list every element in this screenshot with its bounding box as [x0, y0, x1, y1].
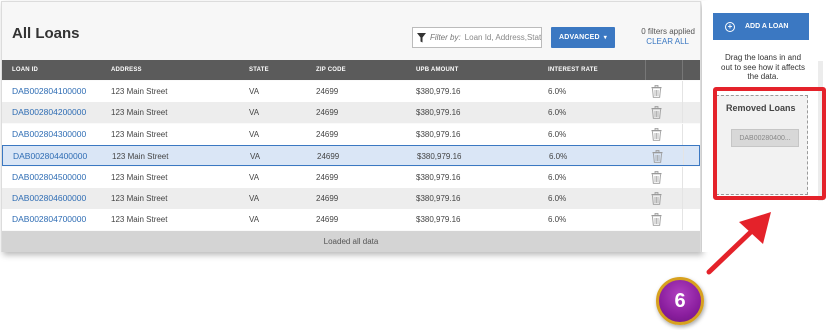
cell-state: VA	[249, 87, 260, 96]
header-divider	[682, 60, 683, 80]
trash-icon[interactable]	[651, 127, 662, 141]
panel-header: All Loans Filter by: ADVANCED ▾ 0 filter…	[2, 2, 700, 60]
table-row[interactable]: DAB002804300000 123 Main Street VA 24699 $38…	[2, 123, 700, 145]
trash-icon[interactable]	[651, 106, 662, 120]
cell-upb: $380,979.16	[416, 172, 461, 182]
table-row[interactable]: DAB002804500000 123 Main Street VA 24699 $38…	[2, 166, 700, 188]
cell-rate: 6.0%	[548, 194, 567, 203]
step-number-badge: 6	[656, 277, 704, 325]
cell-zip: 24699	[316, 215, 339, 225]
cell-upb: $380,979.16	[416, 215, 461, 225]
cell-address: 123 Main Street	[111, 129, 168, 139]
trash-icon[interactable]	[651, 170, 662, 184]
cell-loan-id[interactable]: DAB002804500000	[12, 172, 86, 182]
add-loan-button[interactable]: + ADD A LOAN	[713, 13, 809, 40]
row-divider	[682, 123, 683, 145]
cell-state: VA	[249, 215, 260, 225]
cell-state: VA	[250, 152, 261, 162]
filters-applied-count: 0 filters applied	[641, 27, 695, 36]
cell-zip: 24699	[316, 172, 339, 182]
filter-box[interactable]: Filter by:	[412, 27, 542, 48]
table-row[interactable]: DAB002804700000 123 Main Street VA 24699 $38…	[2, 209, 700, 231]
highlight-box	[713, 87, 826, 200]
cell-state: VA	[249, 194, 260, 203]
cell-loan-id[interactable]: DAB002804300000	[12, 129, 86, 139]
cell-upb: $380,979.16	[417, 152, 462, 162]
table-row[interactable]: DAB002804100000 123 Main Street VA 24699 $38…	[2, 81, 700, 102]
row-divider	[683, 146, 684, 166]
add-loan-label: ADD A LOAN	[745, 23, 789, 30]
trash-icon[interactable]	[651, 213, 662, 227]
col-header-rate[interactable]: INTEREST RATE	[548, 67, 598, 73]
cell-loan-id[interactable]: DAB002804200000	[12, 107, 86, 117]
filter-input[interactable]	[464, 33, 541, 42]
header-divider	[645, 60, 646, 80]
cell-rate: 6.0%	[549, 152, 568, 162]
cell-rate: 6.0%	[548, 87, 567, 96]
table-footer: Loaded all data	[2, 231, 700, 252]
table-row[interactable]: DAB002804200000 123 Main Street VA 24699 $38…	[2, 102, 700, 124]
trash-icon[interactable]	[652, 150, 663, 163]
clear-all-link[interactable]: CLEAR ALL	[629, 37, 689, 46]
cell-address: 123 Main Street	[111, 172, 168, 182]
filter-icon	[417, 32, 426, 42]
advanced-label: ADVANCED	[559, 34, 600, 41]
col-header-zip[interactable]: ZIP CODE	[316, 67, 346, 73]
cell-state: VA	[249, 129, 260, 139]
cell-address: 123 Main Street	[111, 87, 168, 96]
col-header-loan-id[interactable]: LOAN ID	[12, 67, 38, 73]
cell-upb: $380,979.16	[416, 108, 461, 118]
cell-address: 123 Main Street	[111, 215, 168, 225]
trash-icon[interactable]	[651, 85, 662, 98]
cell-state: VA	[249, 172, 260, 182]
trash-icon[interactable]	[651, 192, 662, 205]
cell-rate: 6.0%	[548, 108, 567, 118]
cell-zip: 24699	[316, 108, 339, 118]
drag-instructions: Drag the loans in and out to see how it …	[721, 53, 805, 81]
cell-address: 123 Main Street	[112, 152, 169, 162]
cell-upb: $380,979.16	[416, 194, 461, 203]
cell-rate: 6.0%	[548, 129, 567, 139]
cell-upb: $380,979.16	[416, 129, 461, 139]
table-header: LOAN ID ADDRESS STATE ZIP CODE UPB AMOUN…	[2, 60, 700, 80]
cell-state: VA	[249, 108, 260, 118]
cell-zip: 24699	[317, 152, 340, 162]
arrow-icon	[706, 212, 771, 275]
page-title: All Loans	[12, 25, 80, 42]
row-divider	[682, 81, 683, 102]
col-header-state[interactable]: STATE	[249, 67, 269, 73]
cell-loan-id[interactable]: DAB002804600000	[12, 193, 86, 203]
table-row[interactable]: DAB002804400000 123 Main Street VA 24699 $38…	[2, 145, 700, 167]
cell-rate: 6.0%	[548, 172, 567, 182]
cell-address: 123 Main Street	[111, 108, 168, 118]
plus-circle-icon: +	[725, 21, 735, 32]
row-divider	[682, 188, 683, 209]
cell-upb: $380,979.16	[416, 87, 461, 96]
caret-down-icon: ▾	[603, 35, 607, 41]
col-header-address[interactable]: ADDRESS	[111, 67, 142, 73]
cell-zip: 24699	[316, 87, 339, 96]
cell-loan-id[interactable]: DAB002804400000	[13, 151, 87, 161]
cell-loan-id[interactable]: DAB002804100000	[12, 86, 86, 96]
filter-prefix-label: Filter by:	[430, 33, 461, 42]
col-header-upb[interactable]: UPB AMOUNT	[416, 67, 458, 73]
row-divider	[682, 209, 683, 231]
loans-panel: All Loans Filter by: ADVANCED ▾ 0 filter…	[1, 1, 701, 252]
cell-rate: 6.0%	[548, 215, 567, 225]
advanced-button[interactable]: ADVANCED ▾	[551, 27, 615, 48]
row-divider	[682, 166, 683, 188]
cell-zip: 24699	[316, 129, 339, 139]
row-divider	[682, 102, 683, 124]
cell-address: 123 Main Street	[111, 194, 168, 203]
table-row[interactable]: DAB002804600000 123 Main Street VA 24699 $38…	[2, 188, 700, 209]
cell-zip: 24699	[316, 194, 339, 203]
cell-loan-id[interactable]: DAB002804700000	[12, 214, 86, 224]
